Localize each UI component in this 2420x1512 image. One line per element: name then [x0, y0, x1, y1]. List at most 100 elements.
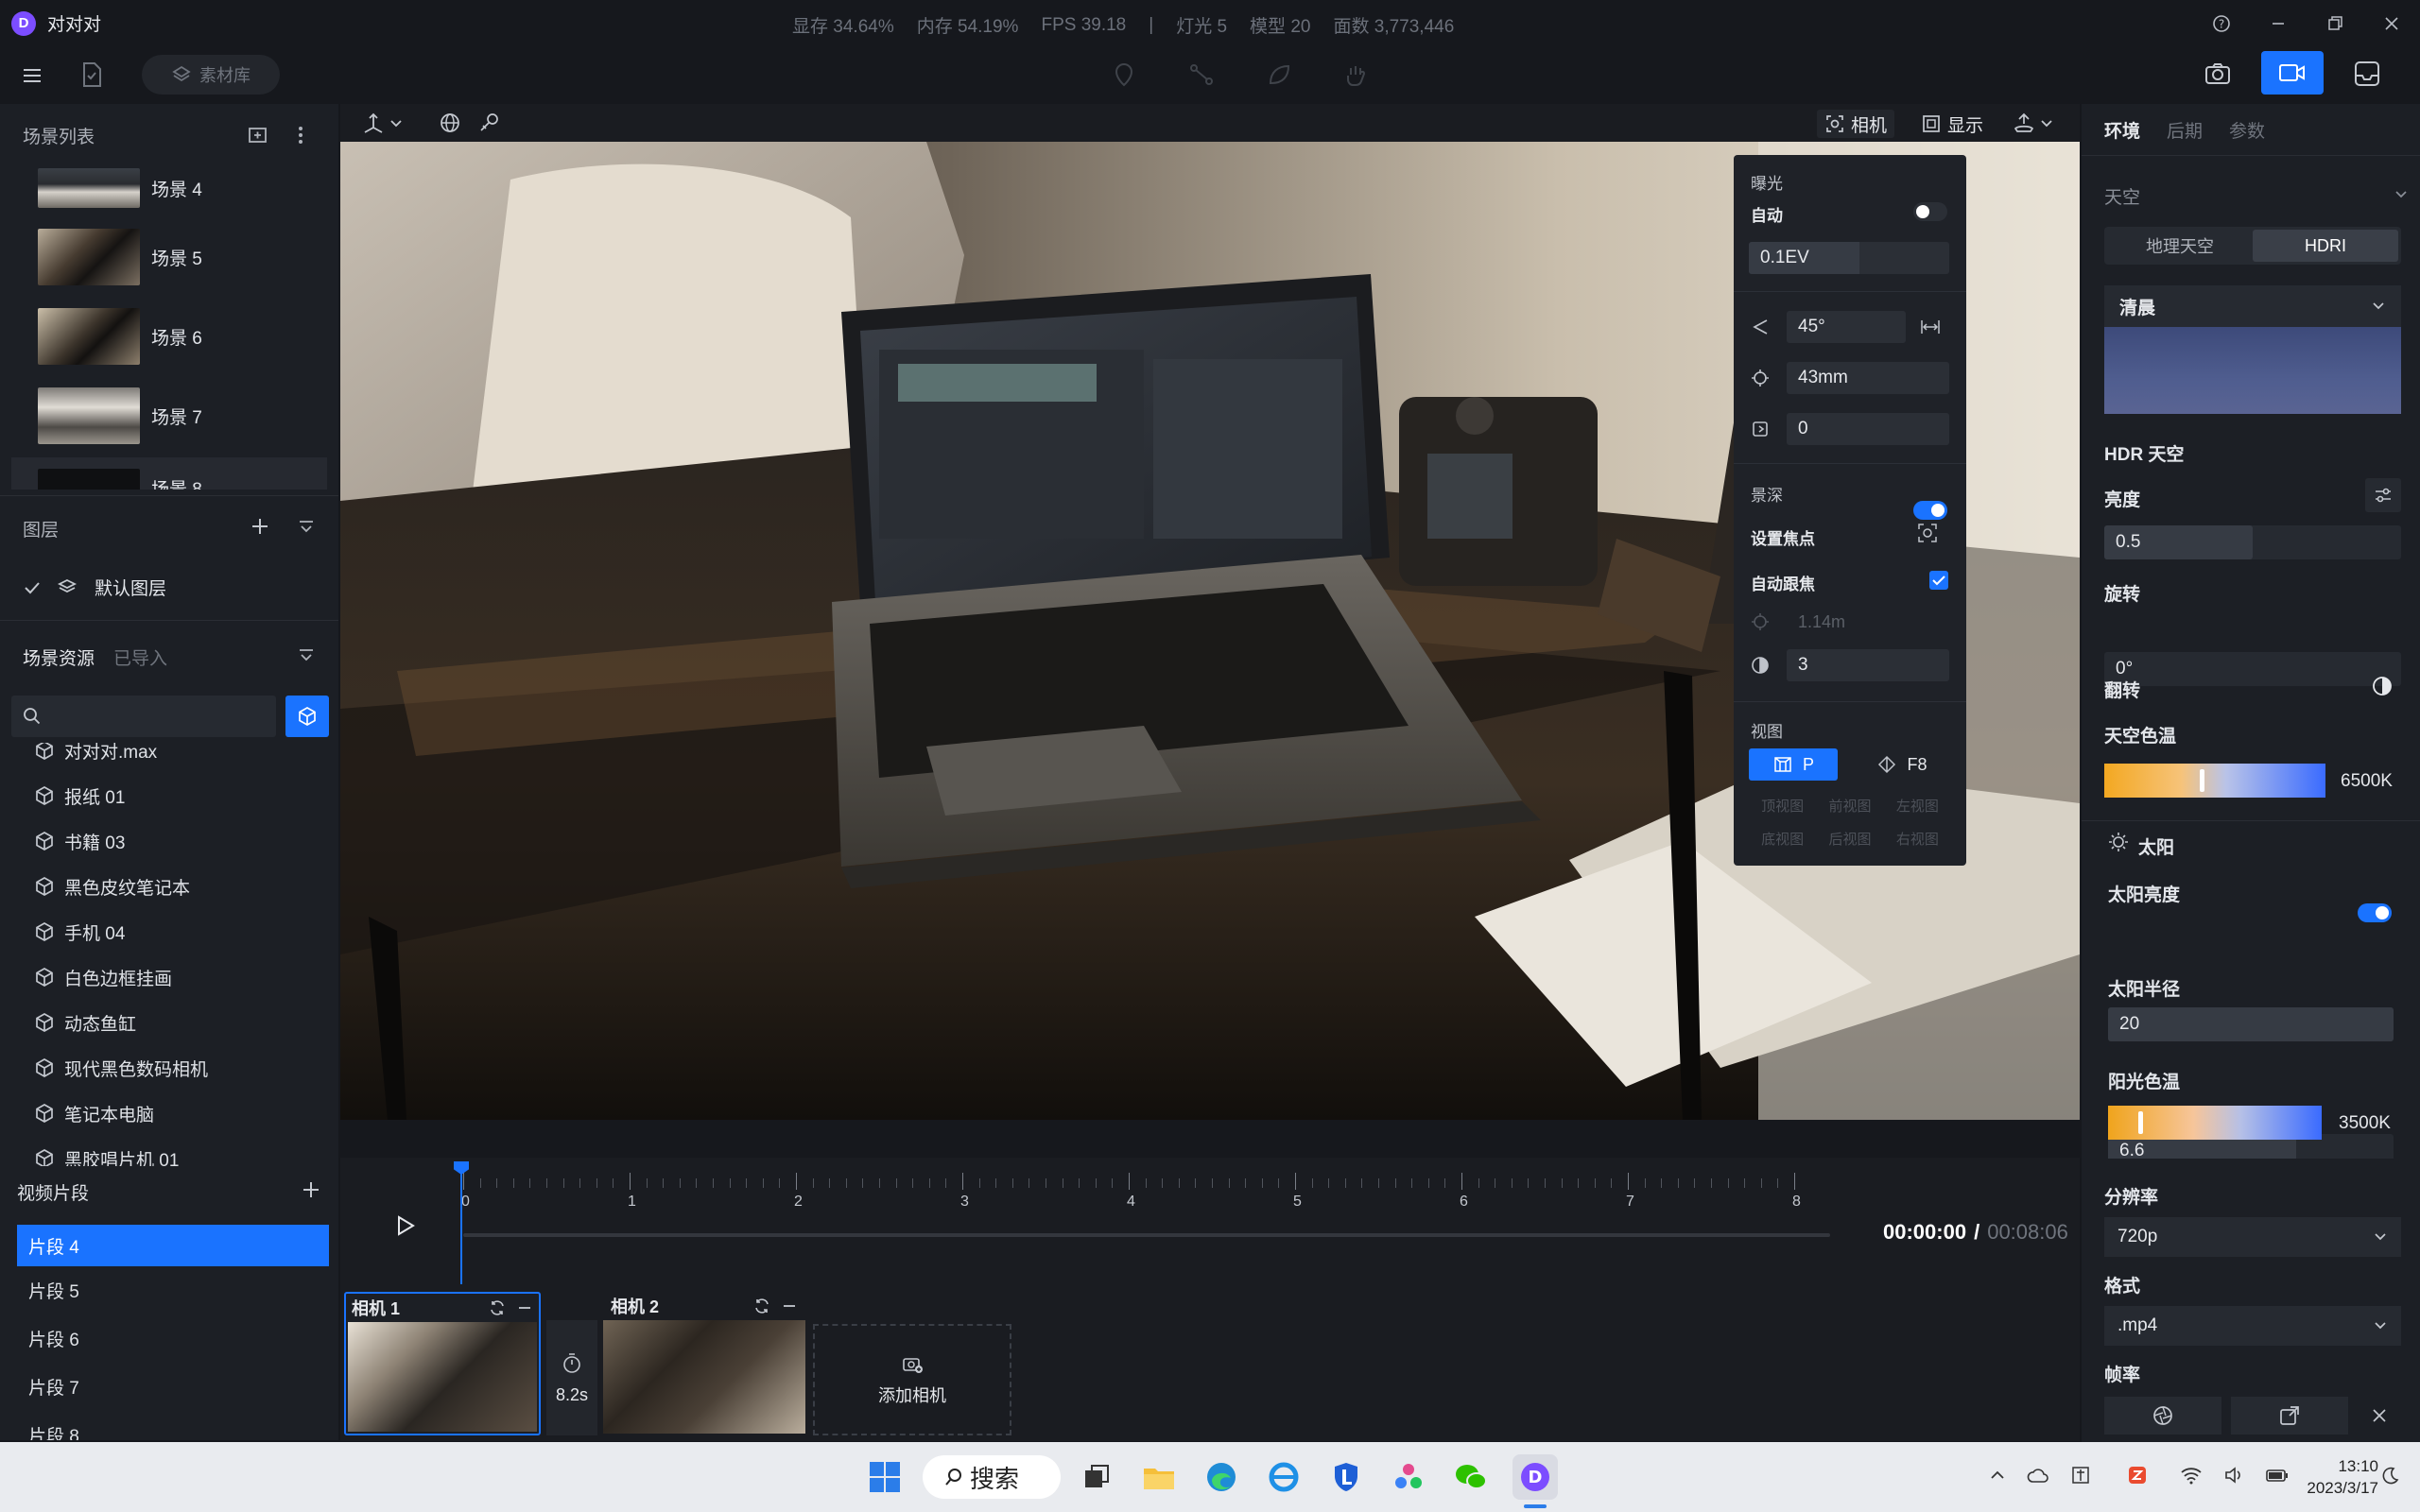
bottom-view-button[interactable]: 底视图: [1749, 829, 1816, 849]
clip-item[interactable]: 片段 7: [17, 1363, 329, 1411]
asset-item[interactable]: 手机 04: [34, 909, 318, 954]
antivirus-icon[interactable]: [2127, 1465, 2148, 1486]
collapse-chevron-icon[interactable]: [2394, 187, 2409, 202]
ime-icon[interactable]: [2070, 1465, 2091, 1486]
network-app-icon[interactable]: [1386, 1454, 1431, 1500]
battery-icon[interactable]: [2265, 1466, 2290, 1485]
tab-scene-assets[interactable]: 场景资源: [23, 644, 95, 670]
tab-environment[interactable]: 环境: [2104, 117, 2140, 143]
chevron-up-icon[interactable]: [1989, 1467, 2006, 1484]
wifi-icon[interactable]: [2180, 1466, 2203, 1485]
export-video-button[interactable]: [2231, 1397, 2348, 1435]
asset-item[interactable]: 书籍 03: [34, 818, 318, 864]
add-scene-icon[interactable]: [248, 125, 268, 146]
refresh-icon[interactable]: [752, 1297, 771, 1315]
location-icon[interactable]: [1110, 60, 1138, 89]
render-settings-button[interactable]: [2104, 1397, 2221, 1435]
model-view-button[interactable]: [285, 696, 329, 737]
add-layer-icon[interactable]: [250, 516, 270, 537]
asset-item[interactable]: 白色边框挂画: [34, 954, 318, 1000]
fit-width-icon[interactable]: [1919, 318, 1942, 336]
close-button[interactable]: [2369, 0, 2414, 47]
taskbar-search[interactable]: 搜索: [923, 1455, 1061, 1499]
scene-item-selected[interactable]: 场景 8: [11, 457, 327, 490]
front-view-button[interactable]: 前视图: [1816, 796, 1883, 816]
defender-icon[interactable]: [1323, 1454, 1369, 1500]
autofocus-checkbox[interactable]: [1929, 571, 1948, 590]
asset-item[interactable]: 黑色皮纹笔记本: [34, 864, 318, 909]
brightness-slider[interactable]: 0.5: [2104, 525, 2401, 559]
timeline-ruler[interactable]: 0 1 2 3 4 5 6 7 8: [461, 1158, 2172, 1224]
refresh-icon[interactable]: [488, 1298, 507, 1317]
geo-sky-option[interactable]: 地理天空: [2107, 230, 2253, 262]
move-tool-dropdown[interactable]: [361, 112, 403, 134]
scene-item[interactable]: 场景 6: [38, 308, 202, 365]
shift-field[interactable]: 0: [1787, 413, 1949, 445]
scene-item[interactable]: 场景 4: [38, 168, 202, 208]
clock[interactable]: 13:10 2023/3/17: [2291, 1455, 2378, 1499]
edge-icon[interactable]: [1199, 1454, 1244, 1500]
ie-icon[interactable]: [1261, 1454, 1306, 1500]
leaf-icon[interactable]: [1265, 60, 1293, 89]
auto-exposure-toggle[interactable]: [1913, 202, 1947, 221]
hdri-option[interactable]: HDRI: [2253, 230, 2398, 262]
render-output-icon[interactable]: [2352, 59, 2382, 89]
volume-icon[interactable]: [2223, 1466, 2244, 1485]
camera-clip[interactable]: 相机 2: [603, 1292, 805, 1435]
sun-toggle[interactable]: [2358, 903, 2392, 922]
sky-temp-slider[interactable]: [2104, 764, 2325, 798]
globe-icon[interactable]: [439, 112, 461, 134]
asset-item[interactable]: 报纸 01: [34, 773, 318, 818]
sky-temp-thumb[interactable]: [2199, 769, 2204, 792]
add-camera-button[interactable]: 添加相机: [813, 1324, 1011, 1435]
remove-icon[interactable]: [516, 1299, 533, 1316]
right-view-button[interactable]: 右视图: [1884, 829, 1951, 849]
playhead[interactable]: [460, 1163, 462, 1284]
left-view-button[interactable]: 左视图: [1884, 796, 1951, 816]
add-clip-icon[interactable]: [301, 1179, 321, 1200]
asset-item[interactable]: 对对对.max: [34, 743, 318, 773]
measure-icon[interactable]: [478, 112, 501, 134]
camera-clip[interactable]: 相机 1: [344, 1292, 541, 1435]
start-button[interactable]: [862, 1454, 908, 1500]
video-mode-button[interactable]: [2261, 51, 2324, 94]
perspective-view-button[interactable]: P: [1749, 748, 1838, 781]
tab-imported[interactable]: 已导入: [113, 644, 167, 670]
fov-field[interactable]: 45°: [1787, 311, 1906, 343]
path-icon[interactable]: [1187, 60, 1216, 89]
menu-icon[interactable]: [21, 64, 43, 87]
more-options-icon[interactable]: [297, 125, 304, 146]
tab-post-processing[interactable]: 后期: [2167, 117, 2203, 143]
sun-temp-slider[interactable]: [2108, 1106, 2322, 1140]
assets-filter-icon[interactable]: [297, 646, 316, 665]
sky-preset-select[interactable]: 清晨: [2104, 285, 2401, 327]
scene-item[interactable]: 场景 7: [38, 387, 202, 444]
back-view-button[interactable]: 后视图: [1816, 829, 1883, 849]
help-icon[interactable]: ?: [2199, 0, 2244, 47]
wechat-icon[interactable]: [1448, 1454, 1494, 1500]
assets-library-button[interactable]: 素材库: [142, 55, 280, 94]
orthographic-view-button[interactable]: F8: [1855, 748, 1949, 781]
clip-item[interactable]: 片段 5: [17, 1266, 329, 1314]
sun-temp-thumb[interactable]: [2137, 1111, 2143, 1134]
dof-toggle[interactable]: [1913, 501, 1947, 520]
format-select[interactable]: .mp4: [2104, 1306, 2401, 1346]
rotation-slider[interactable]: 0°: [2104, 652, 2401, 686]
clip-item[interactable]: 片段 6: [17, 1314, 329, 1363]
focal-length-field[interactable]: 43mm: [1787, 362, 1949, 394]
adjust-icon[interactable]: [2365, 478, 2401, 512]
render-mode-dropdown[interactable]: [2012, 112, 2053, 134]
close-render-button[interactable]: [2358, 1397, 2401, 1435]
asset-item[interactable]: 笔记本电脑: [34, 1091, 318, 1136]
file-icon[interactable]: [79, 60, 104, 89]
app-taskbar-icon[interactable]: D: [1512, 1454, 1558, 1500]
hand-icon[interactable]: [1342, 60, 1371, 89]
assets-search-input[interactable]: [51, 706, 259, 727]
clip-item-active[interactable]: 片段 4: [17, 1225, 329, 1266]
set-focus-icon[interactable]: [1917, 523, 1938, 543]
tab-parameters[interactable]: 参数: [2229, 117, 2265, 143]
scene-item[interactable]: 场景 5: [38, 229, 202, 285]
layer-filter-icon[interactable]: [297, 518, 316, 537]
exposure-slider[interactable]: 0.1EV: [1749, 242, 1949, 274]
cloud-icon[interactable]: [2027, 1466, 2049, 1485]
